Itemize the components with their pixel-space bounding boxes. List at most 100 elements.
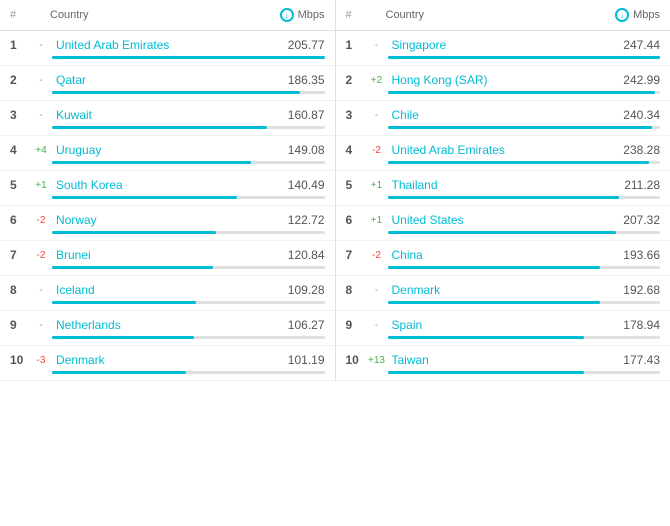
country-name[interactable]: United Arab Emirates bbox=[52, 38, 288, 52]
row-top: 6-2Norway122.72 bbox=[10, 213, 325, 227]
bar-container bbox=[388, 301, 661, 304]
country-name[interactable]: Chile bbox=[388, 108, 624, 122]
row-top: 7-2Brunei120.84 bbox=[10, 248, 325, 262]
rank-number: 1 bbox=[346, 38, 366, 52]
rank-change: - bbox=[366, 110, 388, 121]
bar-fill bbox=[52, 56, 325, 59]
rank-number: 10 bbox=[10, 353, 30, 367]
bar-fill bbox=[388, 336, 584, 339]
bar-fill bbox=[388, 161, 650, 164]
rank-number: 8 bbox=[346, 283, 366, 297]
table-row: 4-2United Arab Emirates238.28 bbox=[336, 136, 670, 171]
bar-fill bbox=[52, 196, 237, 199]
table-row: 5+1South Korea140.49 bbox=[0, 171, 335, 206]
mbps-value: 193.66 bbox=[623, 248, 660, 262]
row-top: 4-2United Arab Emirates238.28 bbox=[346, 143, 661, 157]
rank-number: 7 bbox=[346, 248, 366, 262]
rank-number: 3 bbox=[346, 108, 366, 122]
bar-fill bbox=[388, 91, 655, 94]
table-row: 6-2Norway122.72 bbox=[0, 206, 335, 241]
rank-number: 9 bbox=[10, 318, 30, 332]
rank-change: -2 bbox=[366, 250, 388, 261]
country-name[interactable]: Denmark bbox=[52, 353, 288, 367]
row-top: 1-United Arab Emirates205.77 bbox=[10, 38, 325, 52]
country-name[interactable]: Iceland bbox=[52, 283, 288, 297]
country-name[interactable]: Hong Kong (SAR) bbox=[388, 73, 624, 87]
rank-change: -2 bbox=[366, 145, 388, 156]
country-name[interactable]: Kuwait bbox=[52, 108, 288, 122]
rank-change: - bbox=[30, 320, 52, 331]
rank-number: 6 bbox=[346, 213, 366, 227]
country-name[interactable]: Uruguay bbox=[52, 143, 288, 157]
row-top: 2-Qatar186.35 bbox=[10, 73, 325, 87]
rank-number: 5 bbox=[346, 178, 366, 192]
rank-change: +4 bbox=[30, 145, 52, 156]
mbps-value: 101.19 bbox=[288, 353, 325, 367]
bar-fill bbox=[388, 301, 601, 304]
rank-change: -2 bbox=[30, 215, 52, 226]
bar-fill bbox=[388, 266, 601, 269]
mbps-value: 109.28 bbox=[288, 283, 325, 297]
country-name[interactable]: Netherlands bbox=[52, 318, 288, 332]
row-top: 8-Denmark192.68 bbox=[346, 283, 661, 297]
bar-container bbox=[388, 336, 661, 339]
mbps-value: 240.34 bbox=[623, 108, 660, 122]
country-name[interactable]: United States bbox=[388, 213, 624, 227]
country-name[interactable]: Singapore bbox=[388, 38, 624, 52]
download-icon: ↓ bbox=[615, 8, 629, 22]
country-name[interactable]: Norway bbox=[52, 213, 288, 227]
rank-change: +1 bbox=[30, 180, 52, 191]
table-row: 3-Kuwait160.87 bbox=[0, 101, 335, 136]
rank-change: - bbox=[366, 40, 388, 51]
bar-fill bbox=[52, 161, 251, 164]
table-row: 2-Qatar186.35 bbox=[0, 66, 335, 101]
rank-number: 6 bbox=[10, 213, 30, 227]
mbps-value: 242.99 bbox=[623, 73, 660, 87]
row-top: 2+2Hong Kong (SAR)242.99 bbox=[346, 73, 661, 87]
mbps-value: 120.84 bbox=[288, 248, 325, 262]
rank-number: 7 bbox=[10, 248, 30, 262]
rank-change: - bbox=[30, 75, 52, 86]
country-name[interactable]: Denmark bbox=[388, 283, 624, 297]
table-row: 6+1United States207.32 bbox=[336, 206, 670, 241]
country-name[interactable]: South Korea bbox=[52, 178, 288, 192]
row-top: 9-Netherlands106.27 bbox=[10, 318, 325, 332]
bar-fill bbox=[388, 56, 661, 59]
rank-number: 10 bbox=[346, 353, 366, 367]
row-top: 5+1Thailand211.28 bbox=[346, 178, 661, 192]
country-name[interactable]: China bbox=[388, 248, 624, 262]
bar-fill bbox=[388, 231, 617, 234]
mbps-value: 160.87 bbox=[288, 108, 325, 122]
mbps-value: 106.27 bbox=[288, 318, 325, 332]
mbps-value: 205.77 bbox=[288, 38, 325, 52]
country-name[interactable]: Taiwan bbox=[388, 353, 624, 367]
mbps-value: 177.43 bbox=[623, 353, 660, 367]
table-row: 10-3Denmark101.19 bbox=[0, 346, 335, 381]
bar-fill bbox=[52, 266, 213, 269]
rank-change: -3 bbox=[30, 355, 52, 366]
bar-fill bbox=[52, 91, 300, 94]
header-mbps-label: ↓Mbps bbox=[280, 8, 325, 22]
country-name[interactable]: Spain bbox=[388, 318, 624, 332]
country-name[interactable]: United Arab Emirates bbox=[388, 143, 624, 157]
bar-container bbox=[388, 91, 661, 94]
rank-change: - bbox=[30, 110, 52, 121]
row-top: 6+1United States207.32 bbox=[346, 213, 661, 227]
bar-container bbox=[52, 91, 325, 94]
country-name[interactable]: Thailand bbox=[388, 178, 625, 192]
mbps-value: 192.68 bbox=[623, 283, 660, 297]
header-hash: # bbox=[10, 9, 30, 21]
table-row: 8-Iceland109.28 bbox=[0, 276, 335, 311]
country-name[interactable]: Brunei bbox=[52, 248, 288, 262]
row-top: 8-Iceland109.28 bbox=[10, 283, 325, 297]
bar-container bbox=[388, 266, 661, 269]
rank-number: 3 bbox=[10, 108, 30, 122]
mbps-value: 247.44 bbox=[623, 38, 660, 52]
rank-number: 5 bbox=[10, 178, 30, 192]
header-country-label: Country bbox=[366, 9, 616, 21]
bar-container bbox=[52, 371, 325, 374]
mbps-value: 211.28 bbox=[624, 178, 660, 192]
bar-container bbox=[52, 301, 325, 304]
rank-number: 2 bbox=[346, 73, 366, 87]
country-name[interactable]: Qatar bbox=[52, 73, 288, 87]
